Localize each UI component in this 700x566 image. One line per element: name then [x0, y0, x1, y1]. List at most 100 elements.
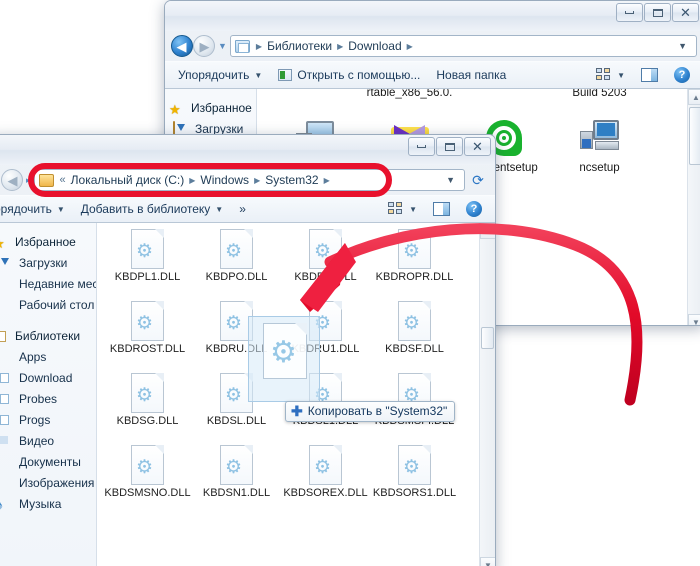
sidebar-item-label: Изображения [19, 475, 95, 490]
forward-navigation-button[interactable]: ▶ [193, 35, 215, 57]
file-item[interactable]: IncrediMail 2 6.29 Build 5203 [552, 89, 647, 119]
change-view-button[interactable]: ▼ [380, 199, 425, 219]
breadcrumb-separator: ▶ [189, 175, 196, 185]
scrollbar-thumb[interactable] [689, 107, 700, 165]
organize-button[interactable]: Упорядочить ▼ [170, 65, 270, 85]
help-button[interactable]: ? [458, 198, 490, 220]
sidebar-item-apps[interactable]: Apps [0, 346, 96, 367]
back-window-caption-buttons[interactable]: ✕ [615, 3, 699, 22]
front-breadcrumb-bar[interactable]: « Локальный диск (C:) ▶ Windows ▶ System… [33, 169, 465, 191]
sidebar-item-favorites[interactable]: ★ Избранное [165, 97, 256, 118]
breadcrumb-overflow-chevrons[interactable]: « [57, 174, 69, 186]
sidebar-item-документы[interactable]: Документы [0, 451, 96, 472]
file-item[interactable]: ncsetup [552, 119, 647, 207]
sidebar-item-label: Музыка [19, 496, 62, 511]
minimize-button[interactable] [408, 137, 435, 156]
file-item[interactable]: ⚙ KBDRO.DLL [281, 227, 370, 299]
front-window-caption-buttons[interactable]: ✕ [407, 137, 491, 156]
sidebar-item-изображения[interactable]: Изображения [0, 472, 96, 493]
back-window-titlebar[interactable]: ✕ [165, 1, 700, 31]
file-label: KBDROST.DLL [109, 343, 186, 355]
file-item[interactable]: gta_4 [457, 89, 552, 119]
maximize-button[interactable] [436, 137, 463, 156]
sidebar-item-label: Видео [19, 433, 55, 448]
organize-label: Упорядочить [178, 68, 250, 82]
file-item[interactable]: ⚙ KBDSG.DLL [103, 371, 192, 443]
gears-icon: ⚙ [403, 313, 421, 334]
breadcrumb-libraries[interactable]: Библиотеки [265, 39, 334, 53]
back-toolbar[interactable]: Упорядочить ▼ Открыть с помощью... Новая… [165, 61, 700, 89]
close-button[interactable]: ✕ [464, 137, 491, 156]
sidebar-item-download[interactable]: Download [0, 367, 96, 388]
file-item[interactable]: ⚙ KBDSORS1.DLL [370, 443, 459, 515]
front-navigation-pane[interactable]: ★ Избранное Загрузки Недавние места Рабочий … [0, 223, 97, 566]
address-dropdown-caret[interactable]: ▼ [673, 41, 694, 51]
minimize-button[interactable] [616, 3, 643, 22]
file-item[interactable]: GOMM_Rus_2.2 [267, 89, 362, 119]
file-label: KBDSF.DLL [385, 343, 444, 355]
back-navigation-button[interactable]: ◀ [1, 169, 23, 191]
front-toolbar[interactable]: орядочить ▼ Добавить в библиотеку ▼ » ▼ … [0, 195, 495, 223]
video-library-icon [0, 434, 13, 448]
file-item[interactable]: ⚙ KBDSF.DLL [370, 299, 459, 371]
sidebar-item-рабочий-стол[interactable]: Рабочий стол [0, 294, 96, 315]
recent-pages-dropdown[interactable]: ▼ [215, 41, 230, 51]
change-view-button[interactable]: ▼ [588, 65, 633, 85]
file-label: IncrediMail 2 6.29 Build 5203 [572, 89, 627, 99]
chevron-down-icon: ▼ [254, 70, 263, 80]
front-window-titlebar[interactable]: ✕ [0, 135, 495, 165]
scrollbar-thumb[interactable] [481, 327, 494, 349]
add-to-library-button[interactable]: Добавить в библиотеку ▼ [73, 199, 231, 219]
scroll-up-button[interactable]: ▲ [480, 223, 495, 239]
minimize-icon [417, 145, 426, 148]
breadcrumb-system32[interactable]: System32 [263, 173, 320, 187]
sidebar-item-progs[interactable]: Progs [0, 409, 96, 430]
open-with-button[interactable]: Открыть с помощью... [270, 65, 428, 85]
breadcrumb-local-disk[interactable]: Локальный диск (C:) [69, 173, 187, 187]
sidebar-item-библиотеки[interactable]: Библиотеки [0, 325, 96, 346]
back-vertical-scrollbar[interactable]: ▲ ▼ [687, 89, 700, 325]
file-item[interactable]: ⚙ KBDSOREX.DLL [281, 443, 370, 515]
sidebar-item-probes[interactable]: Probes [0, 388, 96, 409]
recent-pages-dropdown[interactable]: ▸ [23, 175, 34, 186]
back-navigation-button[interactable]: ◀ [171, 35, 193, 57]
drop-tooltip-text: Копировать в "System32" [307, 404, 448, 418]
scroll-up-button[interactable]: ▲ [688, 89, 700, 105]
help-button[interactable]: ? [666, 64, 698, 86]
refresh-icon[interactable]: ⟳ [467, 169, 489, 191]
file-item[interactable]: ⚙ KBDPO.DLL [192, 227, 281, 299]
sidebar-item-загрузки[interactable]: Загрузки [0, 252, 96, 273]
file-item[interactable]: GoogleChromePortable_x86_56.0. [362, 89, 457, 119]
file-item[interactable]: ⚙ KBDSN1.DLL [192, 443, 281, 515]
front-address-row[interactable]: ◀ ▸ « Локальный диск (C:) ▶ Windows ▶ Sy… [0, 165, 495, 195]
new-folder-button[interactable]: Новая папка [428, 65, 514, 85]
address-dropdown-caret[interactable]: ▼ [441, 175, 462, 185]
file-item[interactable]: ⚙ KBDPL1.DLL [103, 227, 192, 299]
sidebar-item-недавние-места[interactable]: Недавние места [0, 273, 96, 294]
front-vertical-scrollbar[interactable]: ▲ ▼ [479, 223, 495, 566]
sidebar-item-музыка[interactable]: ♪ Музыка [0, 493, 96, 514]
more-toolbar-commands-button[interactable]: » [231, 199, 254, 219]
organize-button[interactable]: орядочить ▼ [0, 199, 73, 219]
breadcrumb-download[interactable]: Download [346, 39, 403, 53]
breadcrumb-separator: ▶ [254, 175, 261, 185]
breadcrumb-windows[interactable]: Windows [198, 173, 251, 187]
file-item[interactable]: ⚙ KBDROPR.DLL [370, 227, 459, 299]
back-address-row[interactable]: ◀ ▶ ▼ ▶ Библиотеки ▶ Download ▶ ▼ [165, 31, 700, 61]
maximize-button[interactable] [644, 3, 671, 22]
sidebar-item-label: Рабочий стол [19, 297, 95, 312]
preview-pane-button[interactable] [425, 199, 458, 219]
preview-pane-button[interactable] [633, 65, 666, 85]
back-breadcrumb-bar[interactable]: ▶ Библиотеки ▶ Download ▶ ▼ [229, 35, 697, 57]
pc-setup-icon [579, 119, 621, 159]
gears-icon: ⚙ [136, 457, 154, 478]
sidebar-item-label: Загрузки [19, 255, 68, 270]
close-button[interactable]: ✕ [672, 3, 699, 22]
file-item[interactable]: ⚙ KBDSMSNO.DLL [103, 443, 192, 515]
scroll-down-button[interactable]: ▼ [688, 314, 700, 325]
sidebar-item-видео[interactable]: Видео [0, 430, 96, 451]
sidebar-item-избранное[interactable]: ★ Избранное [0, 231, 96, 252]
view-layout-icon [388, 202, 404, 216]
scroll-down-button[interactable]: ▼ [480, 557, 495, 566]
file-item[interactable]: ⚙ KBDROST.DLL [103, 299, 192, 371]
